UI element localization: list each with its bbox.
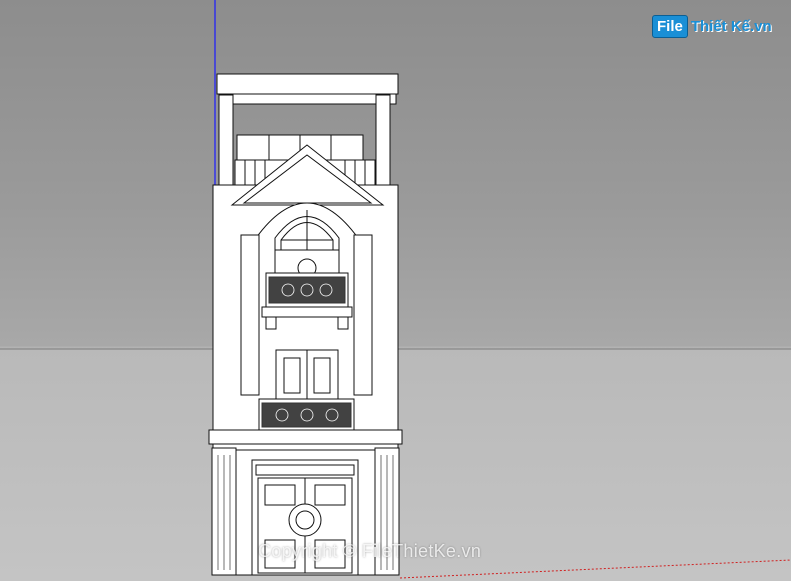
- roof-cornice-band: [218, 93, 397, 105]
- ground-floor-band: [208, 429, 403, 445]
- model-scene[interactable]: [0, 0, 791, 581]
- building-facade[interactable]: [208, 73, 403, 576]
- roof-cornice: [216, 73, 399, 95]
- top-right-column: [375, 94, 391, 186]
- sketchup-viewport[interactable]: File Thiết Kế.vn Copyright © FileThietKe…: [0, 0, 791, 581]
- copyright-watermark: Copyright © FileThietKe.vn: [258, 541, 482, 561]
- right-pilaster: [353, 234, 373, 396]
- top-left-column: [218, 94, 234, 186]
- red-axis-line: [399, 559, 791, 579]
- logo-box-text: File: [652, 14, 688, 38]
- door-medallion: [288, 503, 322, 537]
- logo-rest-text: Thiết Kế.vn: [690, 17, 772, 35]
- balcony-slab-upper: [261, 306, 353, 318]
- left-pilaster: [240, 234, 260, 396]
- site-logo: File Thiết Kế.vn: [652, 12, 772, 40]
